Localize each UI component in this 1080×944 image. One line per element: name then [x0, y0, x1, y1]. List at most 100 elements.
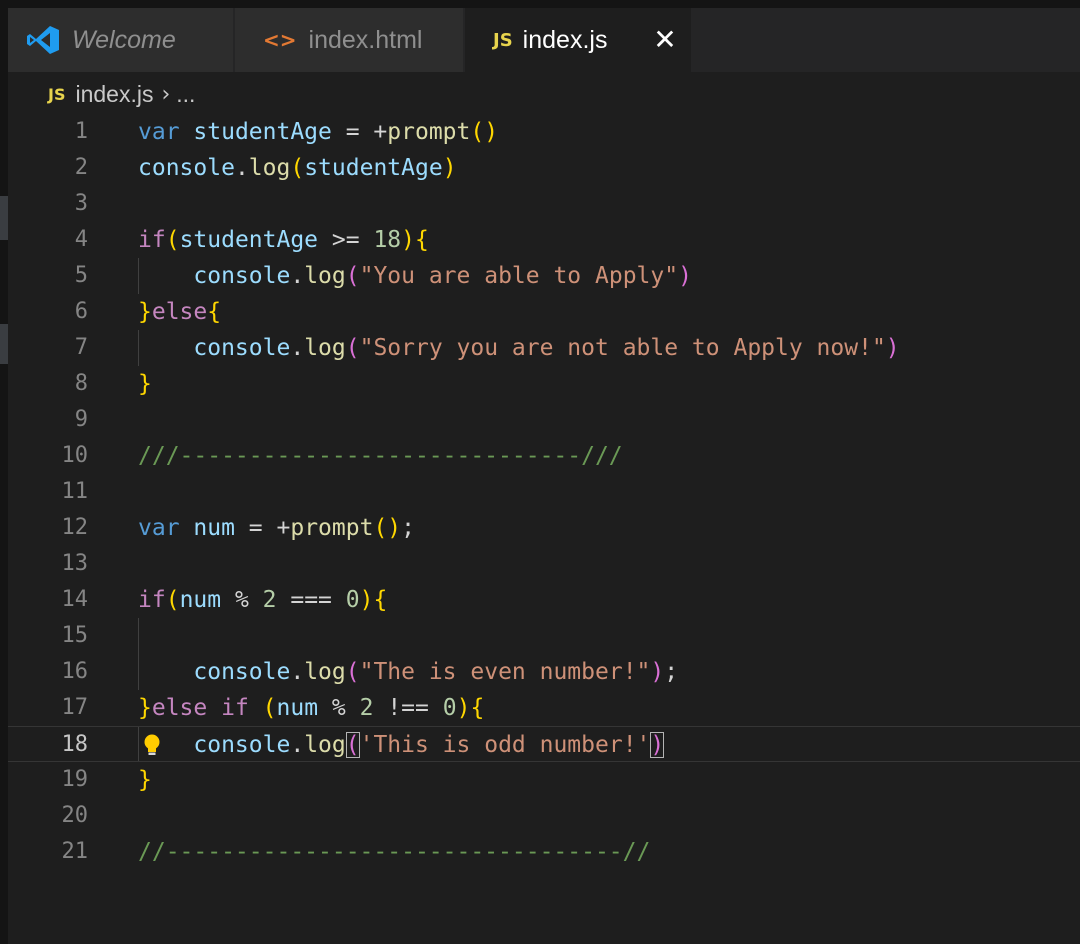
code-line[interactable]: 3: [8, 186, 1080, 222]
code-text: console.log('This is odd number!'): [138, 727, 665, 763]
code-token: ): [678, 263, 692, 289]
code-token: {: [415, 227, 429, 253]
code-line[interactable]: 9: [8, 402, 1080, 438]
line-number: 21: [61, 839, 89, 864]
code-token: !==: [373, 695, 443, 721]
code-line[interactable]: 10 ///-----------------------------///: [8, 438, 1080, 474]
code-token: {: [470, 695, 485, 721]
code-line[interactable]: 16 console.log("The is even number!");: [8, 654, 1080, 690]
code-token: 0: [345, 587, 360, 613]
code-token: .: [290, 732, 305, 758]
code-token: ///-----------------------------///: [138, 443, 623, 469]
code-line[interactable]: 6}else{: [8, 294, 1080, 330]
tab-welcome[interactable]: Welcome: [8, 8, 233, 72]
line-number: 19: [61, 767, 89, 792]
code-text: console.log("The is even number!");: [138, 654, 678, 690]
js-file-icon: JS: [493, 29, 513, 51]
line-number: 4: [74, 227, 88, 252]
code-line[interactable]: 7 console.log("Sorry you are not able to…: [8, 330, 1080, 366]
code-token: console: [193, 335, 291, 361]
code-token: log: [248, 155, 291, 181]
code-token: ): [442, 155, 457, 181]
code-token: 2: [359, 695, 374, 721]
code-token: else: [151, 299, 208, 325]
line-number: 20: [61, 803, 89, 828]
code-line[interactable]: 21 //---------------------------------//: [8, 834, 1080, 870]
code-token: ): [885, 335, 900, 361]
code-line[interactable]: 2 console.log(studentAge): [8, 150, 1080, 186]
code-token: (: [345, 263, 360, 289]
code-line[interactable]: 1 var studentAge = +prompt(): [8, 114, 1080, 150]
code-token: (): [373, 515, 402, 541]
line-number: 1: [74, 119, 88, 144]
code-token: 0: [442, 695, 457, 721]
tab-index-js[interactable]: JS index.js ✕: [465, 8, 691, 72]
code-line[interactable]: 15: [8, 618, 1080, 654]
code-line[interactable]: 14 if(num % 2 === 0){: [8, 582, 1080, 618]
code-line[interactable]: 18 console.log('This is odd number!'): [8, 726, 1080, 762]
close-icon[interactable]: ✕: [653, 24, 677, 56]
code-token: //---------------------------------//: [138, 839, 651, 865]
code-text: }else if (num % 2 !== 0){: [138, 690, 484, 726]
code-token: 'This is odd number!': [359, 732, 651, 758]
code-token: ): [456, 695, 471, 721]
code-token: {: [207, 299, 222, 325]
js-file-icon: JS: [48, 84, 66, 104]
code-token: (: [345, 335, 360, 361]
line-number: 7: [74, 335, 88, 360]
code-token: ): [650, 659, 665, 685]
code-token: console: [193, 659, 291, 685]
code-token: .: [234, 155, 249, 181]
code-token: %: [318, 695, 360, 721]
tab-index-html[interactable]: <> index.html: [235, 8, 463, 72]
code-token: %: [221, 587, 263, 613]
code-line[interactable]: 8}: [8, 366, 1080, 402]
vscode-logo-icon: [26, 25, 60, 55]
code-text: console.log("Sorry you are not able to A…: [138, 330, 900, 366]
code-token: }: [138, 299, 152, 325]
code-text: var num = +prompt();: [138, 510, 415, 546]
code-token: var: [138, 515, 180, 541]
code-token: ): [401, 227, 415, 253]
code-line[interactable]: 5 console.log("You are able to Apply"): [8, 258, 1080, 294]
breadcrumb-symbols[interactable]: ...: [176, 81, 195, 108]
line-number: 3: [74, 191, 88, 216]
code-token: prompt: [290, 515, 374, 541]
code-token: .: [290, 263, 305, 289]
code-token: (: [165, 227, 180, 253]
code-token: ;: [401, 515, 415, 541]
lightbulb-icon[interactable]: [141, 733, 163, 757]
code-token: studentAge: [193, 119, 332, 145]
chevron-right-icon: ›: [161, 81, 171, 107]
code-text: }else{: [138, 294, 221, 330]
tab-welcome-label: Welcome: [72, 25, 176, 54]
code-token: prompt: [387, 119, 471, 145]
code-token: (: [290, 155, 305, 181]
code-line[interactable]: 20: [8, 798, 1080, 834]
tab-index-html-label: index.html: [308, 25, 423, 54]
tab-index-js-label: index.js: [522, 25, 608, 54]
code-line[interactable]: 19}: [8, 762, 1080, 798]
line-number: 12: [61, 515, 89, 540]
code-text: }: [138, 366, 152, 402]
code-line[interactable]: 17}else if (num % 2 !== 0){: [8, 690, 1080, 726]
breadcrumb-file[interactable]: index.js: [75, 81, 153, 108]
code-token: }: [138, 767, 152, 793]
code-token: (: [345, 732, 360, 758]
line-number: 5: [74, 263, 88, 288]
code-line[interactable]: 12 var num = +prompt();: [8, 510, 1080, 546]
code-line[interactable]: 11: [8, 474, 1080, 510]
code-token: studentAge: [304, 155, 443, 181]
code-token: if: [138, 227, 166, 253]
code-text: if(num % 2 === 0){: [138, 582, 387, 618]
code-token: "Sorry you are not able to Apply now!": [359, 335, 886, 361]
line-number: 18: [61, 732, 89, 757]
code-editor[interactable]: 1 var studentAge = +prompt() 2 console.log(…: [8, 114, 1080, 874]
code-line[interactable]: 13: [8, 546, 1080, 582]
code-line[interactable]: 4 if(studentAge >= 18){: [8, 222, 1080, 258]
